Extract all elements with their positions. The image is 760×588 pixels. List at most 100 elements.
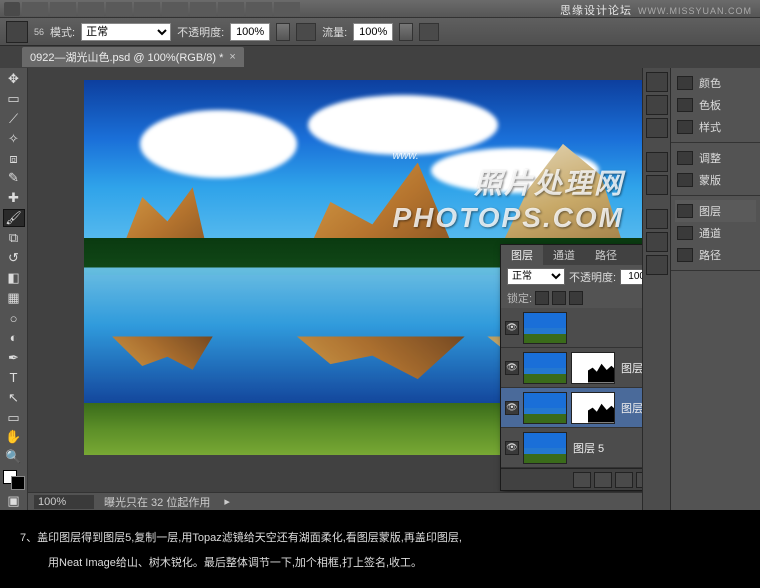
- fx-icon[interactable]: [594, 472, 612, 488]
- menu-item[interactable]: [162, 2, 188, 16]
- dodge-tool[interactable]: ◐: [3, 329, 25, 347]
- flow-flyout[interactable]: [399, 23, 413, 41]
- collapsed-icon[interactable]: [646, 95, 668, 115]
- panel-swatches[interactable]: 色板: [675, 94, 756, 116]
- panel-masks[interactable]: 蒙版: [675, 169, 756, 191]
- stamp-tool[interactable]: ⧉: [3, 229, 25, 247]
- brush-size[interactable]: 56: [34, 27, 44, 37]
- heal-tool[interactable]: ✚: [3, 189, 25, 207]
- eraser-tool[interactable]: ◧: [3, 269, 25, 287]
- zoom-tool[interactable]: 🔍: [3, 448, 25, 466]
- menu-item[interactable]: [246, 2, 272, 16]
- tab-paths[interactable]: 路径: [585, 245, 627, 265]
- status-bar: 100% 曝光只在 32 位起作用 ▸: [28, 492, 642, 510]
- layers-panel-footer: [501, 468, 642, 490]
- opacity-input[interactable]: [230, 23, 270, 41]
- menu-item[interactable]: [50, 2, 76, 16]
- mode-label: 模式:: [50, 24, 75, 40]
- layer-blend-select[interactable]: 正常: [507, 268, 565, 285]
- layers-panel-tabs: 图层 通道 路径 ▸▸ ▪≡: [501, 245, 642, 265]
- layer-thumb[interactable]: [523, 312, 567, 344]
- visibility-icon[interactable]: 👁: [505, 401, 519, 415]
- collapsed-icon[interactable]: [646, 175, 668, 195]
- menu-item[interactable]: [190, 2, 216, 16]
- airbrush-icon[interactable]: [419, 23, 439, 41]
- collapsed-icon[interactable]: [646, 72, 668, 92]
- collapsed-icon[interactable]: [646, 118, 668, 138]
- link-layers-icon[interactable]: [573, 472, 591, 488]
- layers-panel[interactable]: 图层 通道 路径 ▸▸ ▪≡ 正常 不透明度: 锁定: 填充:: [500, 244, 642, 491]
- collapsed-icon[interactable]: [646, 209, 668, 229]
- layer-thumb[interactable]: [523, 352, 567, 384]
- eyedropper-tool[interactable]: ✎: [3, 170, 25, 188]
- close-icon[interactable]: ×: [229, 51, 235, 63]
- wand-tool[interactable]: ✧: [3, 130, 25, 148]
- path-tool[interactable]: ↖: [3, 389, 25, 407]
- layer-mask-thumb[interactable]: [571, 352, 615, 384]
- pen-tool[interactable]: ✒: [3, 349, 25, 367]
- brush-preset-icon[interactable]: [6, 21, 28, 43]
- move-tool[interactable]: ✥: [3, 70, 25, 88]
- hand-tool[interactable]: ✋: [3, 429, 25, 447]
- lasso-tool[interactable]: ⟋: [3, 110, 25, 128]
- zoom-field[interactable]: 100%: [34, 495, 94, 509]
- collapsed-icon[interactable]: [646, 232, 668, 252]
- layer-thumb[interactable]: [523, 432, 567, 464]
- menu-item[interactable]: [218, 2, 244, 16]
- layers-icon: [677, 204, 693, 218]
- marquee-tool[interactable]: ▭: [3, 90, 25, 108]
- layer-list: 👁 👁图层 6 👁图层 5 副本 👁图层 5: [501, 308, 642, 468]
- lock-pixels-icon[interactable]: [535, 291, 549, 305]
- layer-row[interactable]: 👁图层 5: [501, 428, 642, 468]
- visibility-icon[interactable]: 👁: [505, 321, 519, 335]
- document-tab[interactable]: 0922—湖光山色.psd @ 100%(RGB/8) *×: [22, 47, 244, 67]
- visibility-icon[interactable]: 👁: [505, 361, 519, 375]
- visibility-icon[interactable]: 👁: [505, 441, 519, 455]
- crop-tool[interactable]: ⧈: [3, 150, 25, 168]
- menu-item[interactable]: [22, 2, 48, 16]
- panel-styles[interactable]: 样式: [675, 116, 756, 138]
- layer-mask-thumb[interactable]: [571, 392, 615, 424]
- photoshop-window: 思缘设计论坛WWW.MISSYUAN.COM 56 模式: 正常 不透明度: 流…: [0, 0, 760, 510]
- blend-mode-select[interactable]: 正常: [81, 23, 171, 41]
- color-swatch[interactable]: [3, 470, 25, 490]
- quickmask-toggle[interactable]: ▣: [3, 492, 25, 510]
- paths-icon: [677, 248, 693, 262]
- app-logo[interactable]: [4, 2, 20, 16]
- add-mask-icon[interactable]: [615, 472, 633, 488]
- tab-layers[interactable]: 图层: [501, 245, 543, 265]
- history-brush-tool[interactable]: ↺: [3, 249, 25, 267]
- tab-channels[interactable]: 通道: [543, 245, 585, 265]
- layer-thumb[interactable]: [523, 392, 567, 424]
- shape-tool[interactable]: ▭: [3, 409, 25, 427]
- toolbox: ✥ ▭ ⟋ ✧ ⧈ ✎ ✚ 🖌 ⧉ ↺ ◧ ▦ ○ ◐ ✒ T ↖ ▭ ✋ 🔍 …: [0, 68, 28, 510]
- layer-row[interactable]: 👁: [501, 308, 642, 348]
- panel-color[interactable]: 颜色: [675, 72, 756, 94]
- panel-layers[interactable]: 图层: [675, 200, 756, 222]
- right-panels: 颜色 色板 样式 调整 蒙版 图层 通道 路径: [670, 68, 760, 510]
- menu-item[interactable]: [78, 2, 104, 16]
- collapsed-icon[interactable]: [646, 255, 668, 275]
- collapsed-icon[interactable]: [646, 152, 668, 172]
- panel-channels[interactable]: 通道: [675, 222, 756, 244]
- brush-tool[interactable]: 🖌: [3, 209, 25, 227]
- adjustment-layer-icon[interactable]: [636, 472, 642, 488]
- airbrush-toggle[interactable]: [296, 23, 316, 41]
- channels-icon: [677, 226, 693, 240]
- layer-row[interactable]: 👁图层 5 副本: [501, 388, 642, 428]
- blur-tool[interactable]: ○: [3, 309, 25, 327]
- type-tool[interactable]: T: [3, 369, 25, 387]
- layer-row[interactable]: 👁图层 6: [501, 348, 642, 388]
- menubar: 思缘设计论坛WWW.MISSYUAN.COM: [0, 0, 760, 18]
- panel-paths[interactable]: 路径: [675, 244, 756, 266]
- menu-item[interactable]: [106, 2, 132, 16]
- lock-position-icon[interactable]: [552, 291, 566, 305]
- panel-adjustments[interactable]: 调整: [675, 147, 756, 169]
- flow-input[interactable]: [353, 23, 393, 41]
- opacity-flyout[interactable]: [276, 23, 290, 41]
- menu-item[interactable]: [274, 2, 300, 16]
- layer-opacity-input[interactable]: [620, 269, 642, 285]
- menu-item[interactable]: [134, 2, 160, 16]
- gradient-tool[interactable]: ▦: [3, 289, 25, 307]
- lock-all-icon[interactable]: [569, 291, 583, 305]
